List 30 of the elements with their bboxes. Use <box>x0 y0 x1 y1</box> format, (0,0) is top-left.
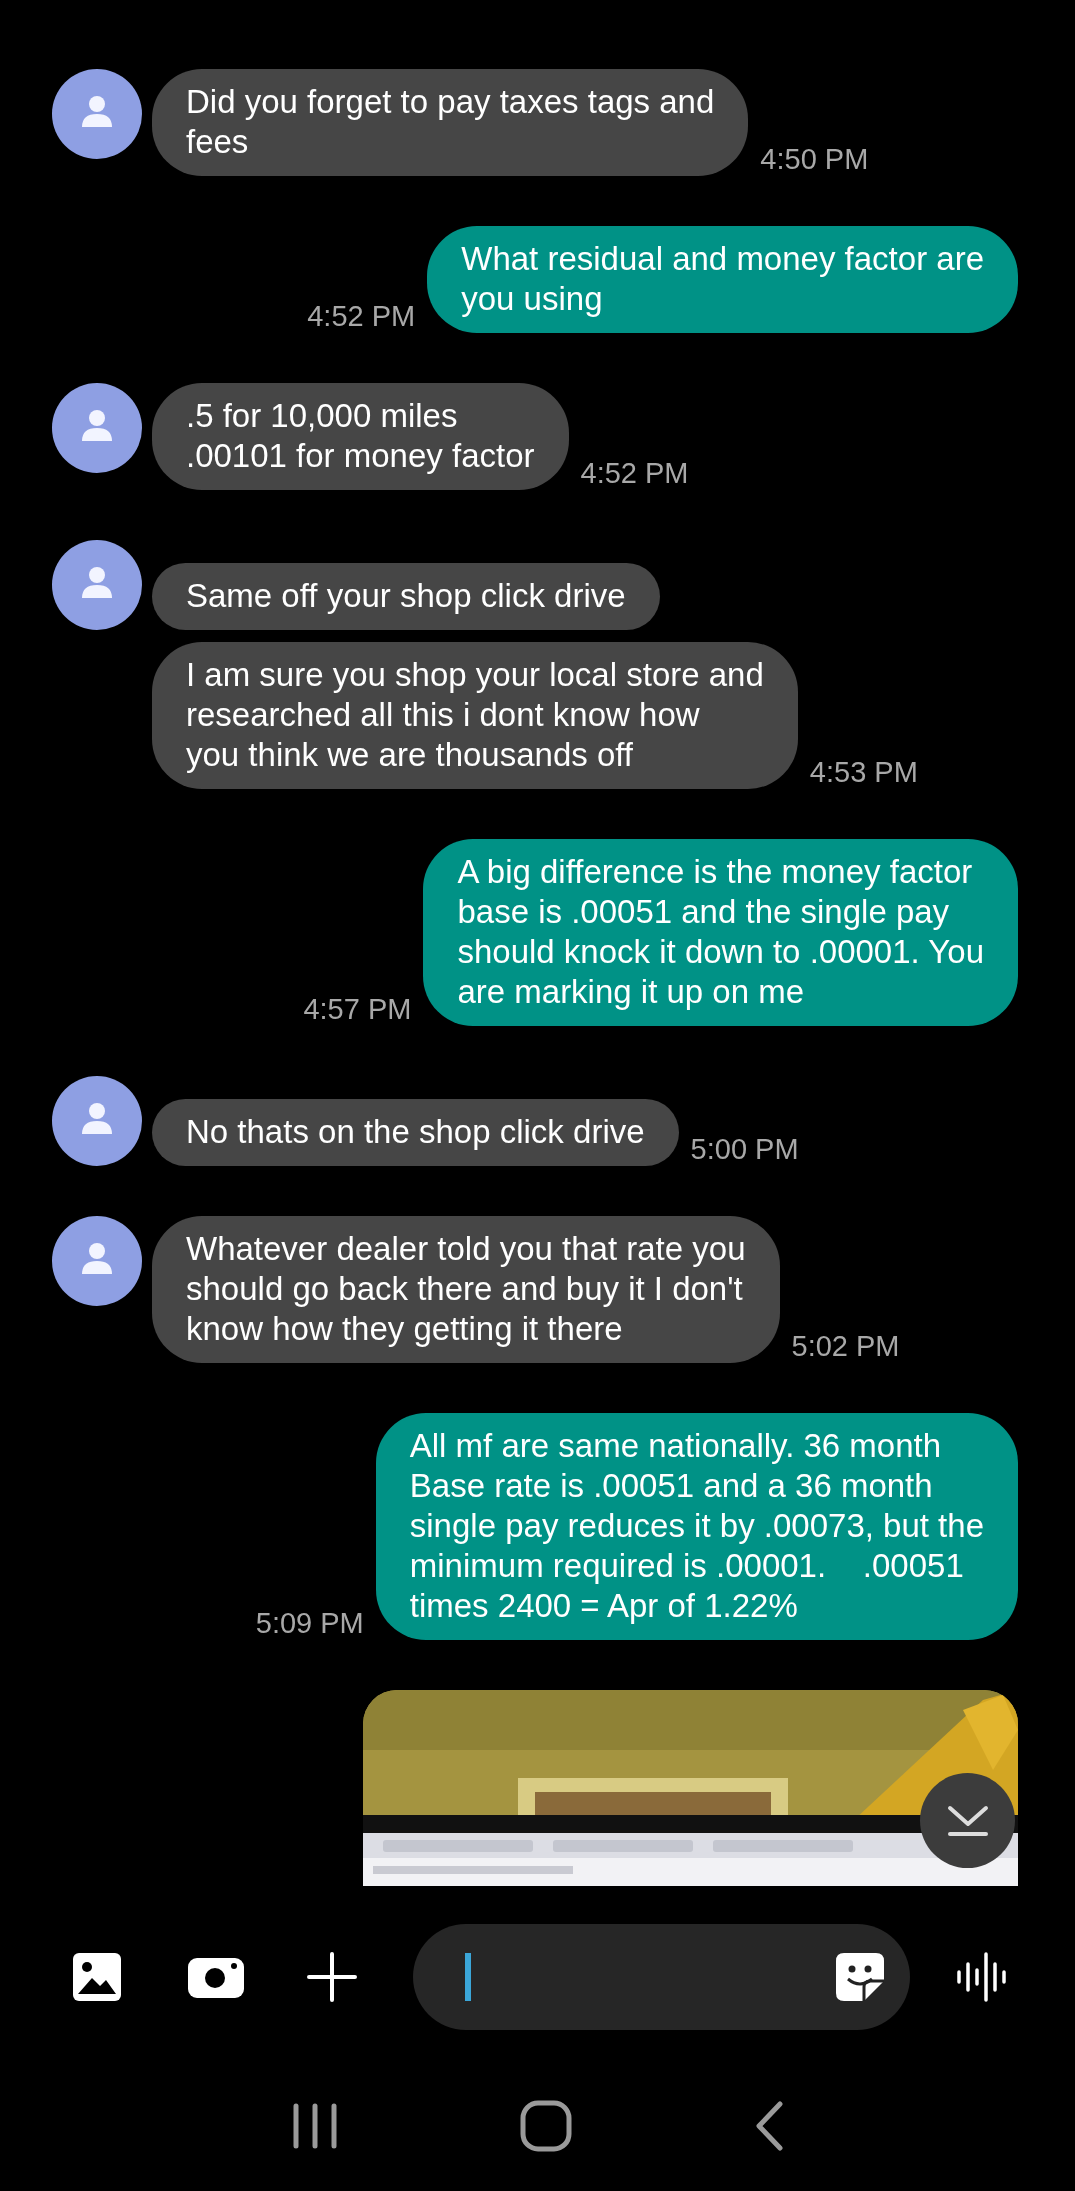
message-time: 4:52 PM <box>307 300 416 333</box>
chevron-down-icon <box>945 1803 990 1838</box>
sticker-icon[interactable] <box>836 1953 884 2001</box>
message-bubble[interactable]: I am sure you shop your local store and researched all this i dont know how you think we are thousands off <box>152 642 798 789</box>
message-bubble[interactable]: What residual and money factor are you using <box>427 226 1018 333</box>
back-icon[interactable] <box>754 2100 785 2151</box>
message-bubble[interactable]: A big difference is the money factor base is .00051 and the single pay should knock it down to .00001. You are marking it up on me <box>423 839 1018 1026</box>
message-time: 4:53 PM <box>809 756 918 789</box>
message-bubble[interactable]: .5 for 10,000 miles .00101 for money factor <box>152 383 569 490</box>
contact-avatar-icon[interactable] <box>52 1216 142 1306</box>
camera-icon[interactable] <box>188 1956 244 1998</box>
plus-icon[interactable] <box>307 1952 357 2002</box>
message-time: 5:09 PM <box>255 1607 364 1640</box>
contact-avatar-icon[interactable] <box>52 69 142 159</box>
message-time: 5:00 PM <box>690 1133 799 1166</box>
home-icon[interactable] <box>520 2099 573 2152</box>
message-bubble[interactable]: Did you forget to pay taxes tags and fees <box>152 69 749 176</box>
message-bubble[interactable]: Whatever dealer told you that rate you should go back there and buy it I don't know how they getting it there <box>152 1216 780 1363</box>
message-bubble[interactable]: No thats on the shop click drive <box>152 1099 679 1166</box>
message-time: 4:50 PM <box>760 143 869 176</box>
contact-avatar-icon[interactable] <box>52 540 142 630</box>
voice-icon[interactable] <box>956 1952 1008 2002</box>
message-bubble[interactable]: All mf are same nationally. 36 month Base rate is .00051 and a 36 month single pay reduces it by .00073, but the minimum required is .00001. .00051 times 2400 = Apr of 1.22% <box>375 1413 1018 1640</box>
gallery-icon[interactable] <box>72 1952 122 2002</box>
message-time: 4:52 PM <box>580 457 689 490</box>
contact-avatar-icon[interactable] <box>52 383 142 473</box>
message-time: 4:57 PM <box>303 993 412 1026</box>
contact-avatar-icon[interactable] <box>52 1076 142 1166</box>
message-time: 5:02 PM <box>791 1330 900 1363</box>
message-bubble[interactable]: Same off your shop click drive <box>152 563 660 630</box>
